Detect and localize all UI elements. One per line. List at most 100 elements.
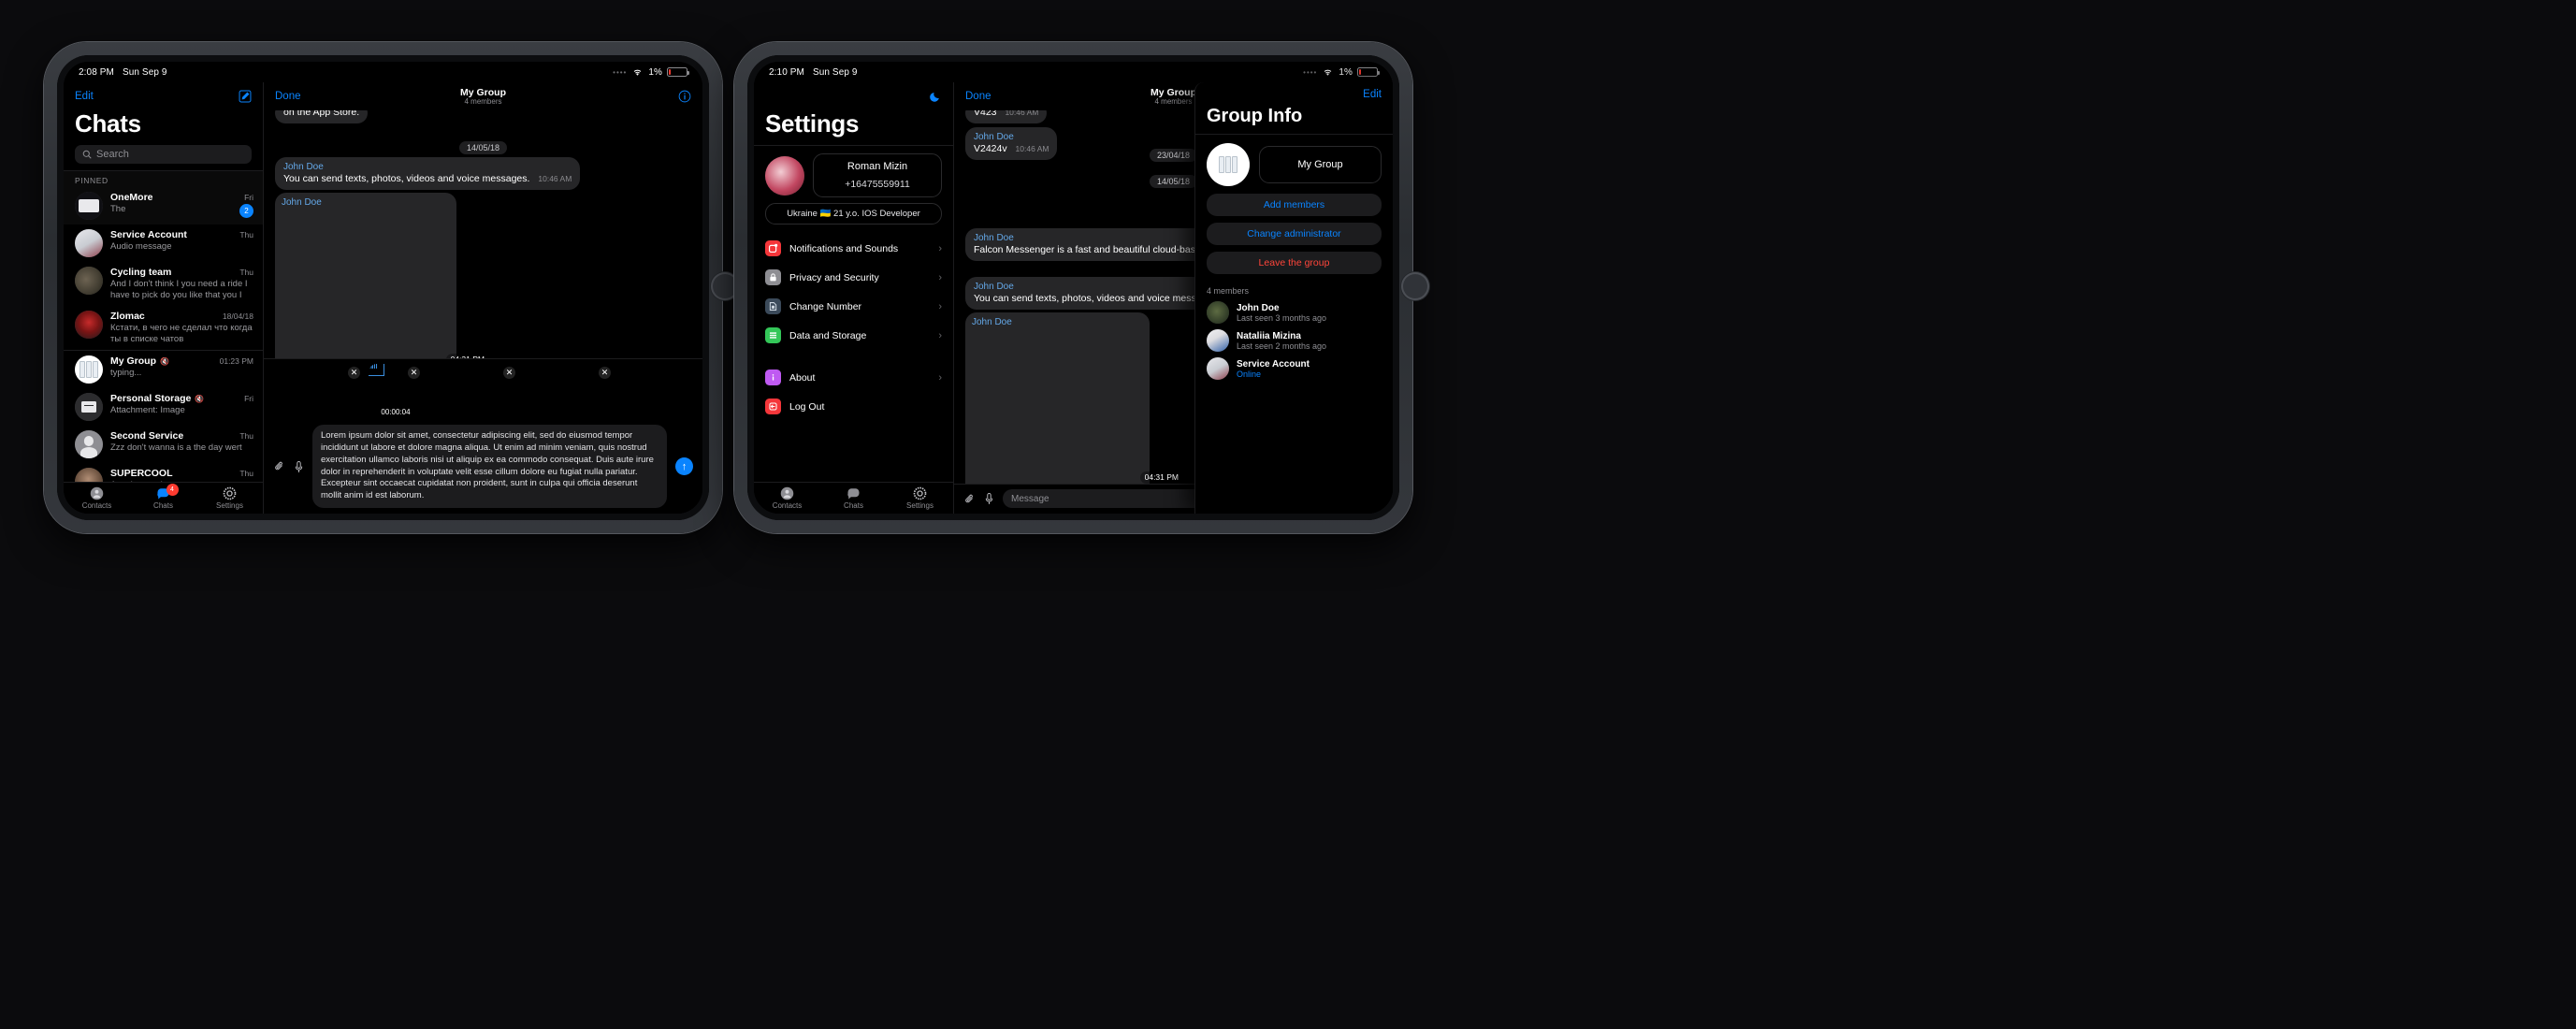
- tab-label: Chats: [844, 501, 863, 510]
- tab-chats[interactable]: Chats: [820, 486, 887, 510]
- members-count-label: 4 members: [1207, 286, 1250, 296]
- done-button[interactable]: Done: [275, 91, 301, 102]
- date-chip: 23/04/18: [1149, 149, 1198, 162]
- message-bubble[interactable]: on the App Store.: [275, 110, 369, 123]
- list-item[interactable]: John Doe Last seen 3 months ago: [1195, 298, 1393, 326]
- tab-contacts[interactable]: Contacts: [754, 486, 820, 510]
- profile-section[interactable]: Roman Mizin +16475559911: [754, 146, 953, 203]
- message-bubble[interactable]: John Doe You can send texts, photos, vid…: [275, 157, 581, 190]
- left-screen: 2:08 PM Sun Sep 9 •••• 1% Edit Chats Sea…: [64, 62, 702, 514]
- remove-attachment-icon[interactable]: ✕: [408, 367, 420, 380]
- composer-text[interactable]: Lorem ipsum dolor sit amet, consectetur …: [312, 425, 667, 508]
- member-status: Last seen 2 months ago: [1237, 341, 1327, 351]
- profile-bio[interactable]: Ukraine 🇺🇦 21 y.o. IOS Developer: [765, 203, 942, 225]
- list-item[interactable]: Personal Storage 🔇 Fri Attachment: Image: [64, 388, 263, 426]
- add-members-button[interactable]: Add members: [1207, 194, 1382, 216]
- settings-header: Settings: [754, 82, 953, 145]
- tab-chats[interactable]: 4 Chats: [130, 484, 196, 510]
- paperclip-icon[interactable]: [273, 460, 285, 472]
- list-item[interactable]: Service Account Online: [1195, 355, 1393, 383]
- sidebar-item-data-storage[interactable]: Data and Storage ›: [754, 321, 953, 350]
- send-button[interactable]: ↑: [675, 457, 693, 476]
- member-name: Nataliia Mizina: [1237, 330, 1301, 341]
- leave-group-button[interactable]: Leave the group: [1207, 252, 1382, 274]
- tab-label: Contacts: [772, 501, 803, 510]
- list-item[interactable]: OneMore Fri The 2: [64, 187, 263, 225]
- sidebar-item-change-number[interactable]: Change Number ›: [754, 292, 953, 321]
- group-info-panel: Edit Group Info My Group Add members Cha…: [1194, 82, 1393, 514]
- list-item[interactable]: Zlomac 18/04/18 Кстати, в чего не сделал…: [64, 306, 263, 350]
- list-item[interactable]: Cycling team Thu And I don't think I you…: [64, 262, 263, 306]
- remove-attachment-icon[interactable]: ✕: [599, 367, 611, 380]
- avatar: [75, 229, 103, 257]
- message-photo[interactable]: 04:31 PM: [972, 331, 1189, 484]
- attachment-item[interactable]: ✕: [428, 364, 518, 420]
- attachment-strip[interactable]: ✕ ⦀⦀⦀ ✕ 00:00:04: [273, 364, 693, 421]
- settings-icon: [196, 486, 263, 500]
- attachment-item[interactable]: ✕: [524, 364, 614, 420]
- avatar: [75, 429, 103, 458]
- avatar[interactable]: [765, 155, 804, 196]
- moon-icon[interactable]: [929, 90, 942, 103]
- profile-card[interactable]: Roman Mizin +16475559911: [813, 153, 942, 197]
- message-list[interactable]: on the App Store. 14/05/18 John Doe You …: [264, 110, 702, 359]
- list-item[interactable]: SUPERCOOL Thu Attachment: Image: [64, 463, 263, 482]
- microphone-icon[interactable]: [294, 460, 304, 473]
- list-item[interactable]: Nataliia Mizina Last seen 2 months ago: [1195, 326, 1393, 355]
- list-item[interactable]: Service Account Thu Audio message: [64, 225, 263, 262]
- left-device-bezel: 2:08 PM Sun Sep 9 •••• 1% Edit Chats Sea…: [57, 55, 709, 520]
- profile-name: Roman Mizin: [847, 161, 908, 172]
- message-photo[interactable]: 04:31 PM: [282, 211, 495, 359]
- message-bubble[interactable]: John Doe 04:31 PM: [965, 312, 1195, 484]
- edit-button[interactable]: Edit: [75, 91, 94, 102]
- chat-header: Done My Group 4 members: [264, 82, 702, 110]
- devices-avatar-icon: [75, 355, 103, 384]
- attachment-item[interactable]: ⦀⦀⦀ ✕ 00:00:04: [369, 364, 423, 421]
- avatar[interactable]: [1207, 143, 1250, 186]
- sidebar-item-privacy[interactable]: Privacy and Security ›: [754, 263, 953, 292]
- tab-settings[interactable]: Settings: [887, 486, 953, 510]
- chat-list[interactable]: PINNED OneMore Fri The 2 Service Account…: [64, 171, 263, 482]
- list-item[interactable]: My Group 🔇 01:23 PM typing...: [64, 351, 263, 388]
- sidebar-item-label: Change Number: [789, 300, 862, 312]
- settings-group-gap: [754, 350, 953, 363]
- home-button[interactable]: [1401, 272, 1429, 300]
- tab-settings[interactable]: Settings: [196, 486, 263, 510]
- group-name-field[interactable]: My Group: [1259, 146, 1382, 183]
- chat-name: Zlomac: [110, 311, 145, 322]
- man-avatar-icon: [75, 467, 103, 482]
- chat-time: 18/04/18: [222, 312, 253, 321]
- message-text: You can send texts, photos, videos and v…: [974, 293, 1221, 304]
- microphone-icon[interactable]: [984, 492, 994, 505]
- message-bubble[interactable]: V423 10:46 AM: [965, 110, 1048, 123]
- compose-icon[interactable]: [239, 90, 252, 103]
- search-input[interactable]: Search: [75, 145, 252, 164]
- chevron-right-icon: ›: [938, 371, 942, 384]
- change-administrator-button[interactable]: Change administrator: [1207, 223, 1382, 245]
- remove-attachment-icon[interactable]: ✕: [348, 367, 360, 380]
- chat-time: Thu: [239, 268, 253, 277]
- paperclip-icon[interactable]: [963, 493, 976, 505]
- avatar: [1207, 301, 1229, 324]
- message-text: You can send texts, photos, videos and v…: [283, 173, 530, 184]
- attachment-item[interactable]: ✕: [273, 364, 363, 420]
- iphone-box-avatar-icon: [1207, 357, 1229, 380]
- list-item[interactable]: Second Service Thu Zzz don't wanna is a …: [64, 426, 263, 463]
- message-time: 10:46 AM: [538, 174, 572, 183]
- tab-contacts[interactable]: Contacts: [64, 486, 130, 510]
- chat-preview: Attachment: Image: [110, 404, 185, 415]
- avatar: [75, 467, 103, 482]
- mute-icon: 🔇: [195, 394, 205, 403]
- message-author: John Doe: [974, 132, 1014, 142]
- sidebar-item-about[interactable]: About ›: [754, 363, 953, 392]
- sidebar-item-notifications[interactable]: Notifications and Sounds ›: [754, 234, 953, 263]
- attachment-item[interactable]: [619, 364, 640, 420]
- message-bubble[interactable]: John Doe 04:31 PM: [275, 193, 501, 359]
- edit-button[interactable]: Edit: [1363, 89, 1382, 100]
- info-icon[interactable]: [678, 90, 691, 103]
- left-ipad-device: 2:08 PM Sun Sep 9 •••• 1% Edit Chats Sea…: [44, 42, 739, 533]
- remove-attachment-icon[interactable]: ✕: [503, 367, 515, 380]
- message-composer: ✕ ⦀⦀⦀ ✕ 00:00:04: [264, 358, 702, 514]
- sidebar-item-logout[interactable]: Log Out: [754, 392, 953, 421]
- done-button[interactable]: Done: [965, 91, 991, 102]
